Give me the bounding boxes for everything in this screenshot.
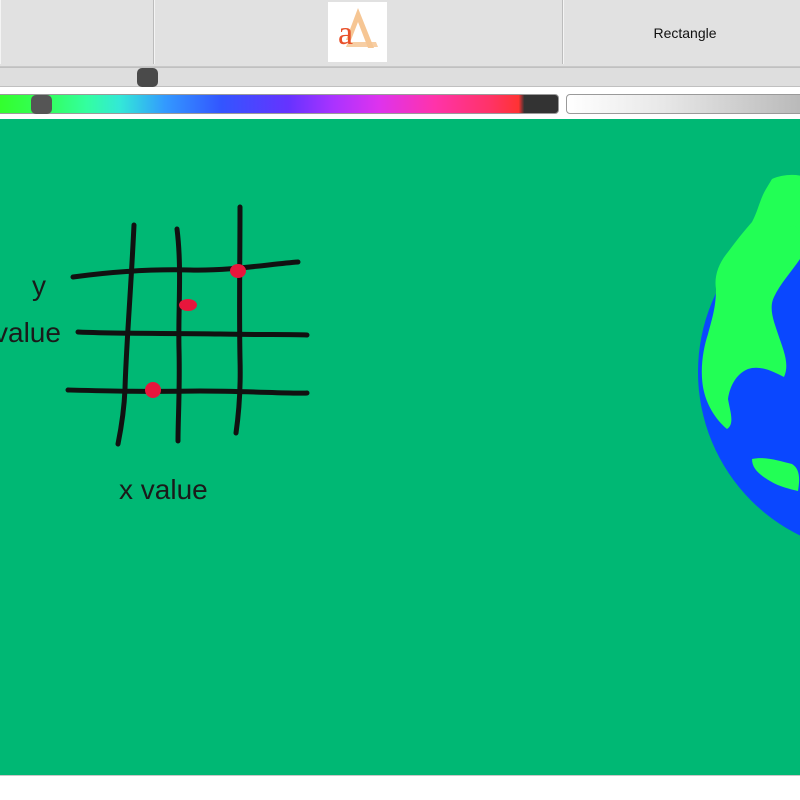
sketch-dot-2: [179, 299, 197, 311]
sketch-horizontal-line-2: [75, 329, 310, 338]
paint-app-logo-icon: a: [338, 8, 378, 52]
status-strip: [0, 775, 800, 800]
toolbar: a Rectangle: [0, 0, 800, 67]
sketch-label-y: y: [32, 270, 46, 301]
tool-select-rectangle[interactable]: Rectangle: [563, 0, 800, 66]
sketch-dot-3: [145, 382, 161, 398]
sketch-dot-1: [230, 264, 246, 278]
brush-size-slider-track[interactable]: [0, 67, 800, 87]
sketch-label-x-value: x value: [119, 474, 208, 505]
sketch-label-y-value: value: [0, 317, 61, 348]
canvas-drawing: y value x value: [0, 119, 800, 775]
drawing-canvas[interactable]: y value x value: [0, 119, 800, 775]
grayscale-slider-track[interactable]: [566, 94, 800, 114]
brush-size-slider-thumb[interactable]: [137, 68, 158, 87]
canvas-background: [0, 119, 800, 775]
paint-app: a Rectangle y value x value: [0, 0, 800, 800]
sketch-horizontal-line-3: [65, 387, 310, 396]
app-logo-button[interactable]: a: [328, 2, 387, 62]
toolbar-slot-left[interactable]: [0, 0, 154, 64]
color-hue-slider-track[interactable]: [0, 94, 559, 114]
color-hue-slider-thumb[interactable]: [31, 95, 52, 114]
logo-glyph: a: [338, 15, 353, 52]
